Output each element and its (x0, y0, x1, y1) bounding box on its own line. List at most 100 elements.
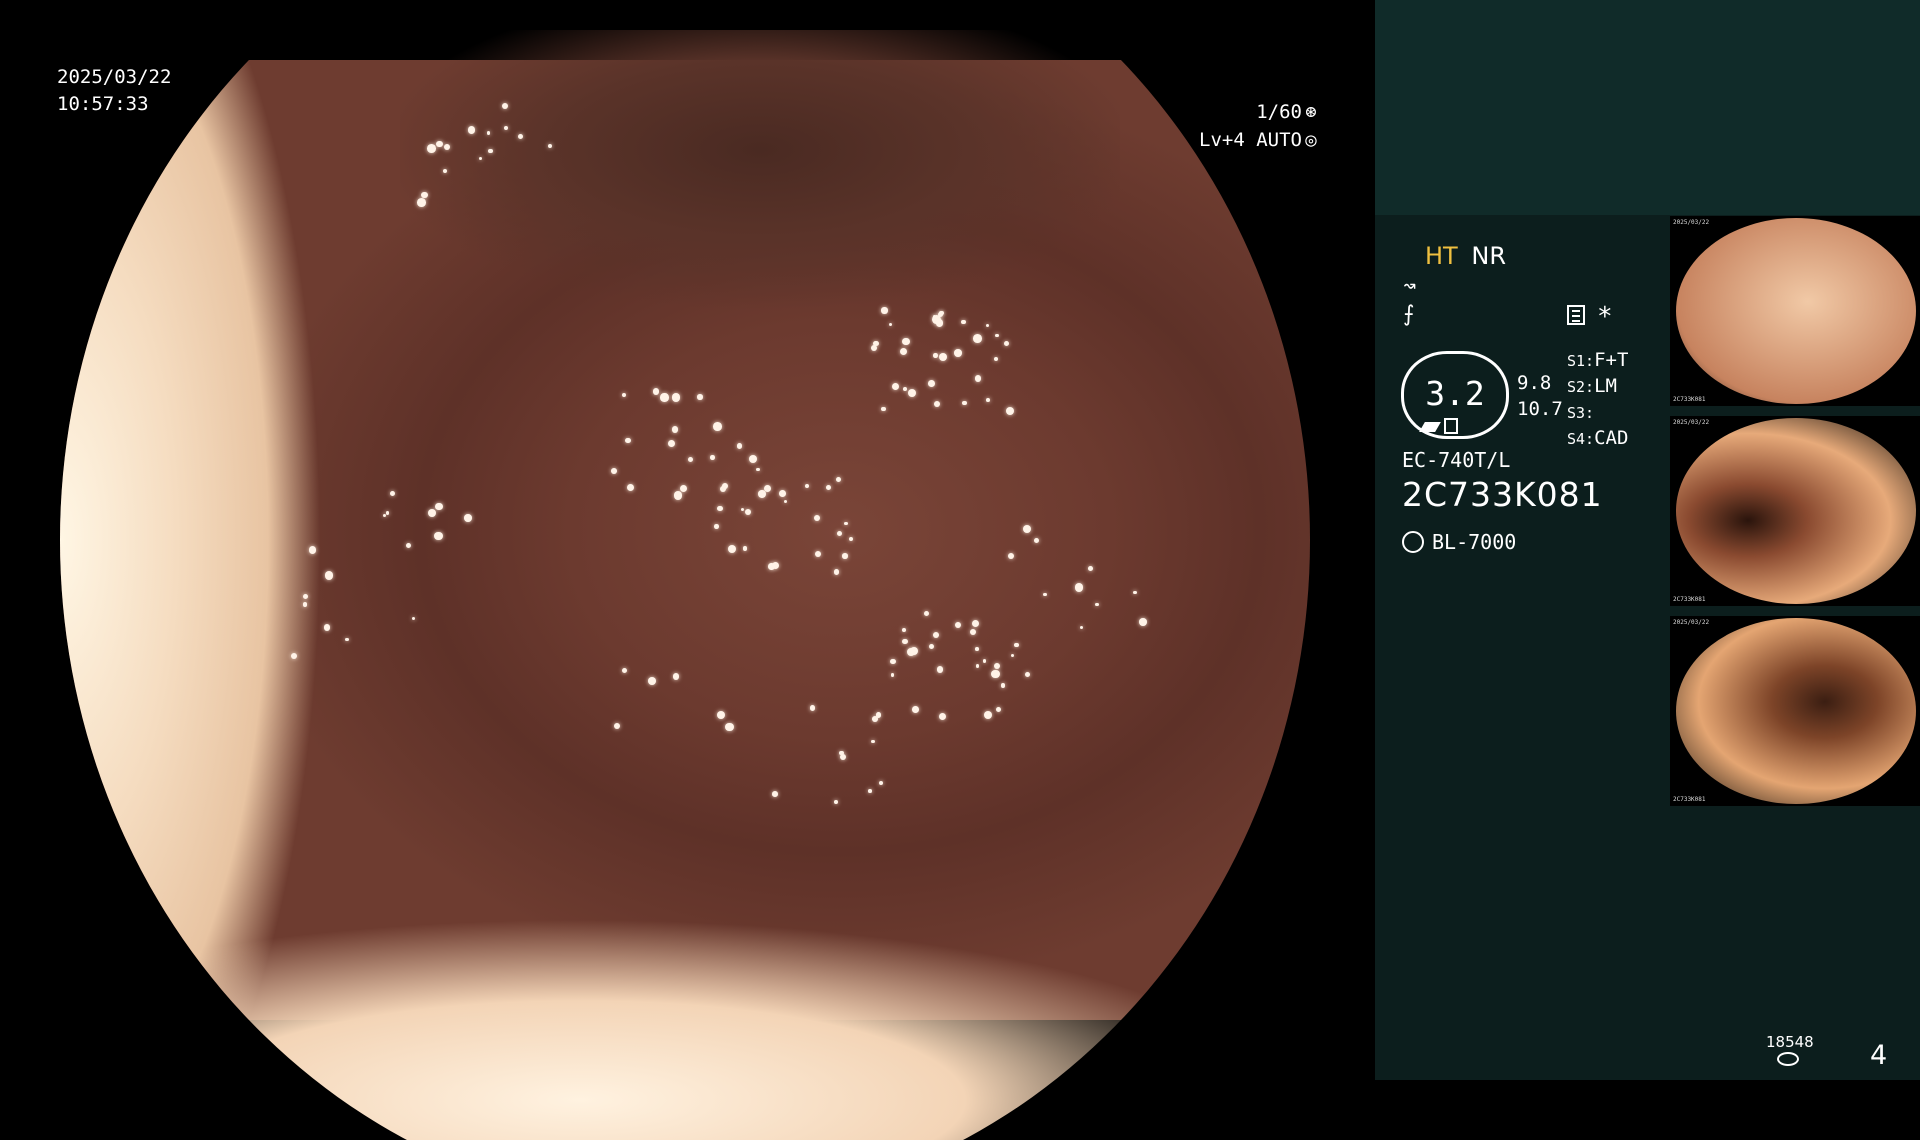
specular-highlight (903, 386, 907, 391)
specular-highlight (710, 455, 715, 460)
specular-highlight (420, 191, 428, 199)
specular-highlight (611, 468, 617, 474)
specular-highlight (783, 499, 787, 503)
specular-highlight (467, 126, 476, 134)
panel-header (1375, 0, 1920, 215)
exposure-overlay: 1/60 ⊛ Lv+4 AUTO ◎ (1180, 98, 1320, 154)
specular-highlight (756, 468, 760, 472)
lumen-shadow (400, 30, 1120, 330)
specular-highlight (962, 400, 967, 406)
thumbnail-1[interactable]: 2025/03/22 2C733K081 (1670, 216, 1920, 406)
specular-highlight (1024, 672, 1030, 677)
specular-highlight (442, 168, 447, 173)
specular-highlight (727, 545, 736, 554)
specular-highlight (345, 637, 350, 642)
iris-icon: ◎ (1305, 129, 1317, 151)
level-text: Lv+4 (1199, 129, 1245, 151)
specular-highlight (745, 509, 752, 516)
specular-highlight (390, 491, 396, 497)
thumbnail-meta: 2025/03/22 (1673, 219, 1710, 226)
thumbnail-serial: 2C733K081 (1673, 596, 1706, 603)
specular-highlight (924, 610, 930, 616)
specular-highlight (741, 507, 745, 512)
shutter-icon: ⊛ (1305, 101, 1317, 123)
specular-highlight (933, 400, 941, 408)
range-bottom: 10.7 (1517, 398, 1563, 420)
specular-highlight (1132, 590, 1137, 595)
specular-highlight (713, 422, 723, 431)
specular-highlight (1034, 538, 1040, 544)
specular-highlight (907, 389, 916, 398)
datetime-overlay: 2025/03/22 10:57:33 (57, 64, 171, 118)
specular-highlight (813, 515, 821, 522)
specular-highlight (881, 406, 886, 412)
light-source-label: BL-7000 (1432, 530, 1517, 554)
specular-highlight (1010, 653, 1015, 658)
s3-key: S3: (1567, 404, 1595, 422)
specular-highlight (938, 712, 947, 721)
light-source: BL-7000 (1402, 530, 1516, 554)
specular-highlight (891, 382, 899, 390)
specular-highlight (834, 569, 840, 575)
specular-highlight (687, 456, 694, 463)
specular-highlight (983, 710, 993, 719)
specular-highlight (971, 619, 980, 627)
specular-highlight (890, 658, 896, 665)
specular-highlight (426, 143, 436, 153)
specular-highlight (697, 394, 703, 400)
specular-highlight (902, 337, 910, 346)
thumbnail-image (1676, 418, 1916, 604)
specular-highlight (716, 710, 726, 720)
specular-highlight (435, 502, 443, 511)
thumbnail-2[interactable]: 2025/03/22 2C733K081 (1670, 416, 1920, 606)
specular-highlight (1139, 618, 1147, 626)
nr-tag: NR (1471, 242, 1506, 270)
specular-highlight (935, 318, 944, 327)
pencil-icon (1419, 422, 1441, 432)
specular-highlight (826, 484, 832, 490)
specular-highlight (725, 722, 734, 732)
specular-highlight (772, 791, 778, 798)
specular-highlight (875, 712, 882, 718)
specular-highlight (961, 319, 966, 325)
specular-highlight (714, 524, 719, 529)
mode-text: AUTO (1256, 129, 1302, 151)
specular-highlight (626, 483, 634, 491)
specular-highlight (809, 705, 816, 711)
thumbnail-image (1676, 218, 1916, 404)
scope-serial: 2C733K081 (1402, 475, 1603, 514)
specular-highlight (836, 476, 842, 482)
specular-highlight (1095, 602, 1099, 606)
specular-highlight (815, 551, 822, 558)
specular-highlight (881, 307, 888, 314)
specular-highlight (848, 537, 853, 542)
sun-icon (1402, 531, 1424, 553)
specular-highlight (868, 789, 872, 793)
specular-highlight (871, 740, 875, 744)
specular-highlight (778, 490, 786, 498)
specular-highlight (660, 393, 669, 402)
range-top: 9.8 (1517, 372, 1552, 394)
specular-highlight (427, 509, 436, 518)
specular-highlight (411, 616, 415, 621)
specular-highlight (842, 553, 848, 559)
specular-highlight (936, 666, 944, 673)
specular-highlight (647, 677, 656, 685)
specular-highlight (671, 393, 681, 403)
specular-highlight (839, 753, 846, 761)
specular-highlight (464, 514, 472, 522)
endoscope-live-view (60, 20, 1310, 1140)
specular-highlight (671, 426, 678, 433)
image-counter: 18548 (1766, 1033, 1814, 1051)
specular-highlight (973, 334, 982, 344)
date-text: 2025/03/22 (57, 66, 172, 88)
frame-icon (1444, 418, 1458, 434)
thumbnail-3[interactable]: 2025/03/22 2C733K081 (1670, 616, 1920, 806)
specular-highlight (933, 631, 940, 638)
specular-highlight (991, 669, 1001, 679)
s1-key: S1: (1567, 352, 1595, 370)
specular-highlight (1007, 553, 1014, 560)
specular-highlight (954, 622, 961, 629)
specular-highlight (674, 491, 683, 500)
specular-highlight (844, 521, 848, 525)
